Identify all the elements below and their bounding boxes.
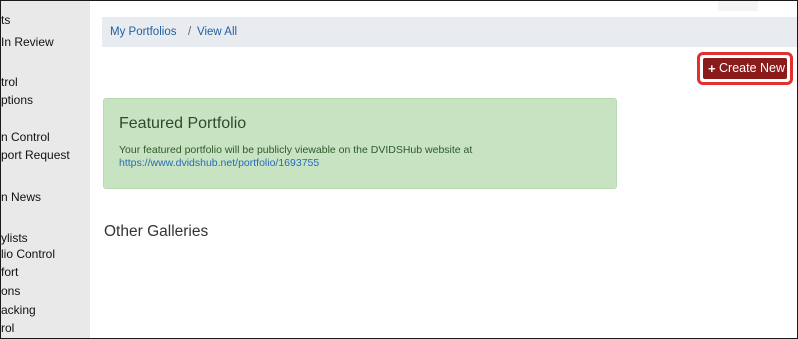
create-new-label: Create New [719,61,785,75]
sidebar: ts In Review trol ptions n Control port … [1,1,90,338]
sidebar-item-13[interactable]: rol [1,321,14,335]
sidebar-item-2[interactable]: In Review [1,35,54,49]
breadcrumb: My Portfolios / View All [102,17,797,47]
sidebar-item-8[interactable]: ylists [1,231,28,245]
sidebar-item-6[interactable]: port Request [1,148,70,162]
featured-portfolio-title: Featured Portfolio [119,115,247,132]
featured-portfolio-link[interactable]: https://www.dvidshub.net/portfolio/16937… [119,157,319,169]
plus-icon: + [708,61,716,76]
breadcrumb-separator: / [188,26,192,38]
sidebar-item-4[interactable]: ptions [1,93,33,107]
featured-portfolio-panel: Featured Portfolio Your featured portfol… [103,98,617,189]
create-new-highlight: + Create New [697,52,793,85]
other-galleries-heading: Other Galleries [104,223,209,240]
sidebar-item-11[interactable]: ons [1,284,20,298]
breadcrumb-view-all[interactable]: View All [197,17,237,47]
top-right-tab [718,1,758,11]
sidebar-item-12[interactable]: acking [1,303,36,317]
app-window: ts In Review trol ptions n Control port … [0,0,798,339]
sidebar-item-7[interactable]: n News [1,190,41,204]
breadcrumb-my-portfolios[interactable]: My Portfolios [110,17,176,47]
featured-portfolio-text: Your featured portfolio will be publicly… [119,144,473,156]
sidebar-item-1[interactable]: ts [1,13,10,27]
sidebar-item-3[interactable]: trol [1,75,18,89]
sidebar-item-5[interactable]: n Control [1,130,50,144]
create-new-button[interactable]: + Create New [703,58,787,79]
sidebar-item-9[interactable]: lio Control [1,247,55,261]
sidebar-item-10[interactable]: fort [1,265,18,279]
